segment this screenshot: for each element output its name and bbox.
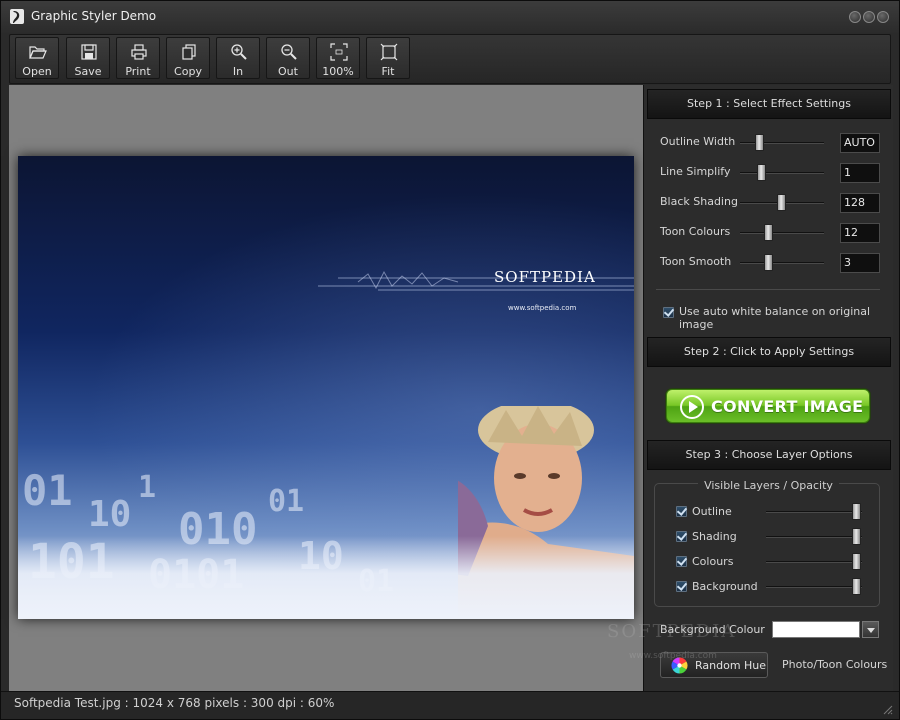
slider-thumb[interactable]: [852, 553, 861, 570]
title-bar: Graphic Styler Demo: [1, 1, 899, 33]
save-button[interactable]: Save: [66, 37, 110, 79]
background-colour-dropdown[interactable]: [862, 621, 879, 638]
open-button-label: Open: [22, 65, 52, 78]
close-icon[interactable]: [877, 11, 889, 23]
photo-brand-text: SOFTPEDIA: [494, 268, 596, 286]
line-simplify-label: Line Simplify: [660, 165, 731, 178]
window-title: Graphic Styler Demo: [31, 9, 157, 23]
step3-header: Step 3 : Choose Layer Options: [647, 440, 891, 470]
slider-thumb[interactable]: [764, 254, 773, 271]
visible-layers-group: [654, 483, 880, 607]
save-button-label: Save: [74, 65, 102, 78]
layer-shading-checkbox[interactable]: [676, 531, 687, 542]
layer-colours-opacity-slider[interactable]: [766, 553, 862, 570]
slider-thumb[interactable]: [764, 224, 773, 241]
actual-size-button[interactable]: 100%: [316, 37, 360, 79]
outline-width-value[interactable]: AUTO: [840, 133, 880, 153]
photo-toon-colours-label: Photo/Toon Colours: [782, 658, 888, 671]
layer-colours-label: Colours: [692, 555, 734, 568]
folder-open-icon: [29, 46, 47, 59]
visible-layers-title-text: Visible Layers / Opacity: [698, 479, 839, 492]
line-simplify-value[interactable]: 1: [840, 163, 880, 183]
layer-background-opacity-slider[interactable]: [766, 578, 862, 595]
layer-shading-label: Shading: [692, 530, 737, 543]
layer-outline-opacity-slider[interactable]: [766, 503, 862, 520]
actual-size-icon: [330, 43, 348, 61]
layer-shading-opacity-slider[interactable]: [766, 528, 862, 545]
convert-image-button[interactable]: CONVERT IMAGE: [666, 389, 870, 423]
toolbar: Open Save Print Copy In Out 100% Fit: [9, 34, 891, 84]
softpedia-watermark-url: www.softpedia.com: [629, 651, 717, 661]
layer-background-label: Background: [692, 580, 758, 593]
zoom-in-icon: [231, 44, 247, 60]
black-shading-value[interactable]: 128: [840, 193, 880, 213]
status-text: Softpedia Test.jpg : 1024 x 768 pixels :…: [14, 696, 335, 710]
maximize-icon[interactable]: [863, 11, 875, 23]
status-bar: Softpedia Test.jpg : 1024 x 768 pixels :…: [1, 691, 899, 719]
slider-thumb[interactable]: [755, 134, 764, 151]
resize-grip-icon[interactable]: [881, 703, 893, 715]
app-window: Graphic Styler Demo Open Save Print Copy…: [0, 0, 900, 720]
auto-white-balance-label: Use auto white balance on original image: [679, 305, 871, 331]
outline-width-label: Outline Width: [660, 135, 736, 148]
fit-window-icon: [380, 43, 398, 61]
settings-panel: Step 1 : Select Effect Settings Outline …: [643, 85, 893, 691]
app-logo-icon: [10, 9, 24, 24]
copy-button-label: Copy: [174, 65, 202, 78]
zoom-in-button-label: In: [232, 65, 244, 78]
divider: [656, 289, 880, 290]
photo-snow-foreground: [18, 536, 634, 619]
photo-brand-url: www.softpedia.com: [508, 304, 577, 312]
zoom-in-button[interactable]: In: [216, 37, 260, 79]
visible-layers-title: Visible Layers / Opacity: [644, 479, 893, 492]
layer-outline-label: Outline: [692, 505, 732, 518]
slider-thumb[interactable]: [852, 528, 861, 545]
line-simplify-slider[interactable]: [740, 164, 824, 181]
black-shading-slider[interactable]: [740, 194, 824, 211]
toon-colours-slider[interactable]: [740, 224, 824, 241]
zoom-out-icon: [281, 44, 297, 60]
toon-colours-label: Toon Colours: [660, 225, 731, 238]
step1-header: Step 1 : Select Effect Settings: [647, 89, 891, 119]
background-colour-swatch[interactable]: [772, 621, 860, 638]
play-icon: [680, 395, 704, 419]
printer-icon: [131, 44, 147, 60]
slider-thumb[interactable]: [852, 578, 861, 595]
toon-smooth-slider[interactable]: [740, 254, 824, 271]
layer-background-checkbox[interactable]: [676, 581, 687, 592]
slider-thumb[interactable]: [852, 503, 861, 520]
slider-thumb[interactable]: [777, 194, 786, 211]
step2-header: Step 2 : Click to Apply Settings: [647, 337, 891, 367]
slider-thumb[interactable]: [757, 164, 766, 181]
zoom-out-button-label: Out: [278, 65, 298, 78]
auto-white-balance-checkbox[interactable]: [663, 307, 674, 318]
zoom-out-button[interactable]: Out: [266, 37, 310, 79]
actual-size-button-label: 100%: [322, 65, 354, 78]
softpedia-watermark: SOFTPEDIA: [607, 621, 737, 642]
print-button[interactable]: Print: [116, 37, 160, 79]
copy-button[interactable]: Copy: [166, 37, 210, 79]
fit-button-label: Fit: [381, 65, 395, 78]
loaded-photo: SOFTPEDIA www.softpedia.com 01 10 1 010 …: [18, 156, 634, 619]
image-viewport[interactable]: SOFTPEDIA www.softpedia.com 01 10 1 010 …: [9, 85, 643, 691]
layer-outline-checkbox[interactable]: [676, 506, 687, 517]
open-button[interactable]: Open: [15, 37, 59, 79]
layer-colours-checkbox[interactable]: [676, 556, 687, 567]
outline-width-slider[interactable]: [740, 134, 824, 151]
minimize-icon[interactable]: [849, 11, 861, 23]
toon-smooth-label: Toon Smooth: [660, 255, 732, 268]
toon-colours-value[interactable]: 12: [840, 223, 880, 243]
black-shading-label: Black Shading: [660, 195, 738, 208]
copy-icon: [182, 44, 196, 60]
toon-smooth-value[interactable]: 3: [840, 253, 880, 273]
fit-button[interactable]: Fit: [366, 37, 410, 79]
floppy-disk-icon: [81, 44, 97, 60]
convert-image-label: CONVERT IMAGE: [711, 397, 864, 416]
print-button-label: Print: [125, 65, 151, 78]
